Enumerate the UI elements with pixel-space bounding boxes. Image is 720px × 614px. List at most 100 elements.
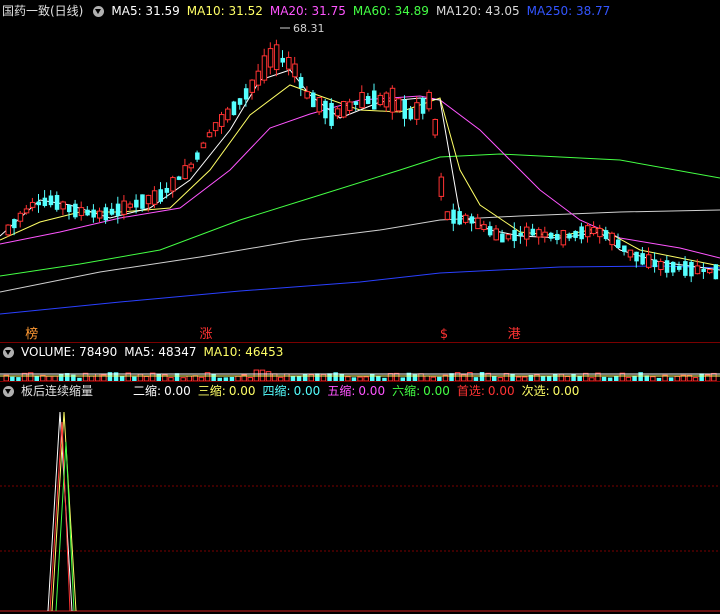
volume-bar: [271, 373, 278, 381]
event-marker[interactable]: 涨: [199, 327, 212, 342]
candle-body: [616, 239, 621, 249]
candle-body: [591, 227, 597, 235]
candle-body: [548, 232, 554, 239]
candle-body: [542, 231, 548, 238]
volume-bar: [503, 372, 510, 381]
candle-body: [292, 63, 298, 78]
candle-body: [475, 217, 481, 230]
kline-panel[interactable]: 国药一致(日线) MA5: 31.59 MA10: 31.52 MA20: 31.7…: [0, 0, 720, 342]
candle-body: [487, 226, 493, 236]
candle-body: [273, 44, 280, 71]
candle-body: [512, 230, 517, 242]
candle-body: [560, 230, 567, 246]
candle-body: [286, 56, 292, 70]
candle-body: [109, 208, 115, 215]
event-marker[interactable]: 港: [508, 327, 521, 342]
candle-body: [231, 101, 237, 116]
kline-chart[interactable]: 68.31 榜 涨 $ 港: [0, 0, 720, 342]
candle-body: [151, 190, 158, 205]
candle-body: [664, 260, 670, 273]
candle-body: [463, 214, 469, 223]
candle-body: [311, 92, 316, 108]
candle-body: [134, 199, 139, 208]
indicator-spike: [49, 421, 71, 612]
candle-body: [505, 234, 512, 240]
candle-body: [451, 209, 456, 224]
candle-body: [500, 233, 505, 243]
candle-body: [609, 232, 615, 246]
candle-body: [567, 233, 572, 239]
candle-body: [469, 216, 475, 224]
candle-body: [481, 224, 487, 231]
candle-body: [677, 265, 682, 270]
volume-chart[interactable]: [0, 343, 720, 381]
candle-body: [280, 57, 285, 63]
volume-bar: [510, 374, 515, 381]
event-marker[interactable]: $: [440, 327, 448, 342]
candle-body: [316, 97, 323, 113]
volume-bar: [211, 373, 216, 381]
candle-body: [432, 119, 438, 136]
candle-body: [212, 122, 219, 132]
volume-bar: [571, 373, 576, 381]
peak-price-label: 68.31: [293, 22, 325, 35]
candle-body: [243, 88, 249, 100]
candle-body: [652, 259, 658, 268]
candle-body: [701, 268, 706, 273]
candle-body: [91, 209, 96, 218]
volume-bar: [699, 373, 704, 381]
indicator-panel[interactable]: 板后连续缩量 二缩: 0.00 三缩: 0.00 四缩: 0.00 五缩: 0.00 六缩: 0.…: [0, 382, 720, 614]
candle-body: [145, 194, 152, 205]
volume-bar: [156, 374, 161, 381]
candle-body: [395, 98, 402, 112]
volume-bar: [418, 373, 424, 381]
candle-body: [23, 208, 30, 214]
candle-body: [402, 99, 407, 119]
candle-body: [48, 195, 54, 206]
candle-body: [597, 227, 603, 238]
candle-body: [524, 226, 530, 240]
candle-body: [267, 48, 274, 68]
candle-body: [67, 204, 72, 213]
candle-body: [383, 92, 390, 108]
volume-bar: [284, 373, 290, 381]
candle-body: [121, 200, 127, 215]
candle-body: [694, 265, 701, 275]
candle-body: [603, 230, 609, 240]
volume-bar: [95, 373, 101, 381]
candle-body: [389, 87, 396, 113]
candle-body: [176, 176, 182, 180]
candle-body: [670, 261, 676, 273]
volume-bar: [137, 373, 144, 381]
candle-body: [707, 269, 713, 274]
candle-body: [42, 197, 48, 207]
candle-body: [127, 203, 133, 208]
volume-panel[interactable]: VOLUME: 78490 MA5: 48347 MA10: 46453: [0, 343, 720, 381]
candle-body: [713, 264, 719, 280]
candle-body: [200, 142, 207, 149]
candle-body: [5, 224, 11, 236]
candle-body: [103, 207, 109, 221]
volume-bar: [711, 372, 717, 381]
candle-body: [304, 91, 310, 99]
candle-body: [457, 211, 462, 225]
candle-body: [164, 187, 170, 193]
candle-body: [60, 201, 66, 210]
volume-bar: [339, 374, 344, 381]
volume-bar: [370, 374, 375, 381]
volume-bar: [387, 373, 394, 381]
candle-body: [29, 201, 36, 208]
candle-body: [17, 212, 24, 222]
event-marker[interactable]: 榜: [25, 326, 38, 342]
volume-bar: [393, 372, 400, 381]
candle-body: [54, 194, 60, 210]
candle-body: [97, 210, 103, 219]
candle-body: [85, 209, 90, 216]
candle-body: [329, 102, 334, 126]
candle-body: [359, 92, 365, 109]
candle-body: [365, 96, 371, 104]
candle-body: [12, 219, 17, 229]
indicator-chart[interactable]: [0, 382, 720, 614]
candle-body: [689, 261, 694, 277]
candle-body: [426, 91, 432, 110]
